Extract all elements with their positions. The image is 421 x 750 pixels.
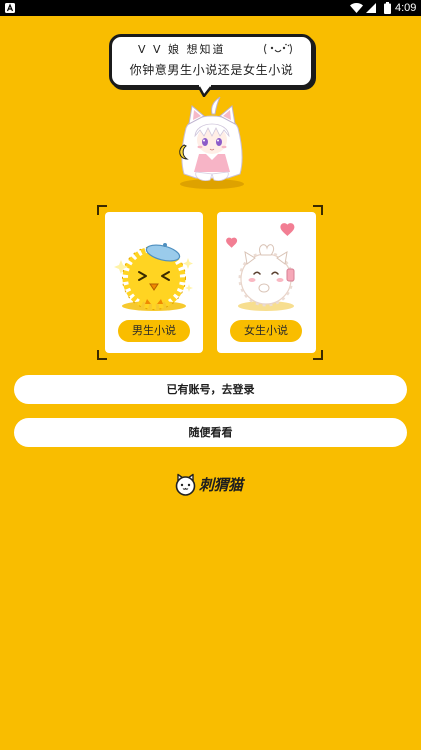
bubble-title: V V 娘 想知道 xyxy=(138,43,226,56)
female-novel-card[interactable]: 女生小说 xyxy=(217,212,316,353)
brand-logo-text: 刺猬猫 xyxy=(199,476,243,494)
login-button[interactable]: 已有账号，去登录 xyxy=(14,375,407,404)
browse-button[interactable]: 随便看看 xyxy=(14,418,407,447)
female-novel-button[interactable]: 女生小说 xyxy=(230,320,302,342)
bubble-question: 你钟意男生小说还是女生小说 xyxy=(129,63,294,77)
app-notification-icon xyxy=(5,3,15,13)
fluffy-yellow-chick-art xyxy=(114,243,193,311)
wifi-icon xyxy=(350,3,363,13)
speech-bubble: V V 娘 想知道 你钟意男生小说还是女生小说 xyxy=(109,34,314,88)
white-cat-hearts-art xyxy=(226,223,295,311)
cat-ear-girl-mascot xyxy=(179,96,244,189)
male-novel-card[interactable]: 男生小说 xyxy=(105,212,203,353)
cat-face-logo-icon xyxy=(175,473,196,496)
status-time: 4:09 xyxy=(395,2,417,14)
battery-icon xyxy=(384,2,391,14)
kaomoji-face-icon xyxy=(264,43,292,55)
gender-preference-screen: 4:09 V V 娘 想知道 你钟意男生小说还是女生小说 男生小说 女生小说 已… xyxy=(0,0,421,750)
signal-icon xyxy=(366,3,376,13)
status-bar: 4:09 xyxy=(0,0,421,16)
male-novel-button[interactable]: 男生小说 xyxy=(118,320,190,342)
